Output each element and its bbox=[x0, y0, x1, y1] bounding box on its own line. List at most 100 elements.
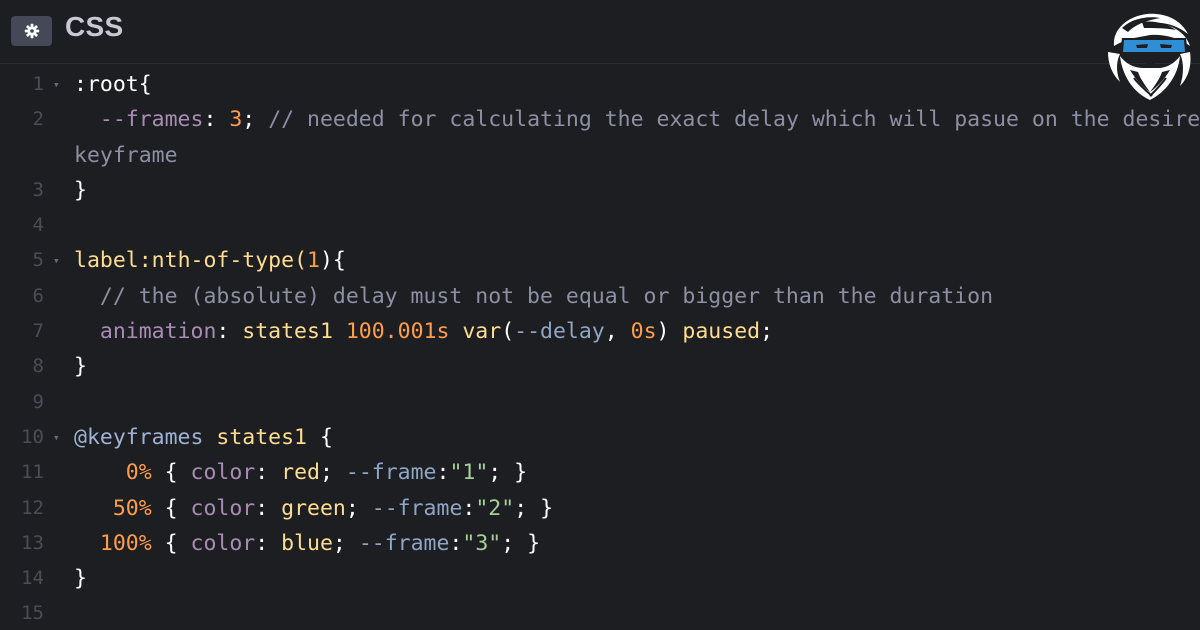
code-token: ; bbox=[319, 460, 346, 486]
code-token: ) bbox=[656, 319, 683, 345]
code-text: keyframe bbox=[74, 138, 178, 173]
code-token: color bbox=[190, 460, 256, 486]
code-token: keyframe bbox=[74, 142, 178, 168]
code-token: --frame bbox=[358, 530, 450, 556]
code-line[interactable]: 5 ▾ label:nth-of-type(1){ bbox=[0, 243, 1200, 278]
code-token: { bbox=[307, 424, 333, 450]
code-line[interactable]: 12 50% { color: green; --frame:"2"; } bbox=[0, 491, 1200, 526]
code-token: "2" bbox=[475, 495, 515, 521]
code-line[interactable]: 9 bbox=[0, 385, 1200, 420]
code-text: } bbox=[74, 349, 87, 384]
code-token: :nth-of-type( bbox=[138, 248, 308, 274]
line-number: 12 bbox=[21, 496, 44, 519]
code-line[interactable]: 11 0% { color: red; --frame:"1"; } bbox=[0, 455, 1200, 490]
code-token: red bbox=[281, 460, 320, 486]
code-text: 100% { color: blue; --frame:"3"; } bbox=[74, 526, 540, 561]
code-token: states1 bbox=[242, 319, 346, 345]
code-token: : bbox=[203, 107, 230, 133]
code-line[interactable]: 2 --frames: 3; // needed for calculating… bbox=[0, 102, 1200, 137]
line-number: 15 bbox=[21, 602, 44, 625]
code-token: : bbox=[216, 319, 243, 345]
code-token: green bbox=[281, 495, 346, 521]
code-line[interactable]: 13 100% { color: blue; --frame:"3"; } bbox=[0, 526, 1200, 561]
code-line[interactable]: 4 bbox=[0, 208, 1200, 243]
code-text: :root{ bbox=[74, 67, 152, 102]
code-text: 0% { color: red; --frame:"1"; } bbox=[74, 455, 527, 490]
fold-arrow-icon[interactable]: ▾ bbox=[53, 67, 60, 102]
code-line[interactable]: 1 ▾ :root{ bbox=[0, 67, 1200, 102]
editor-header: CSS bbox=[0, 0, 1200, 64]
code-token: --delay bbox=[514, 319, 605, 345]
code-token: , bbox=[604, 319, 631, 345]
code-line[interactable]: 8} bbox=[0, 349, 1200, 384]
code-token: ; bbox=[345, 495, 372, 521]
fold-arrow-icon[interactable]: ▾ bbox=[53, 420, 60, 455]
code-token: ){ bbox=[319, 248, 346, 274]
code-token: : bbox=[255, 460, 282, 486]
code-token: // needed for calculating the exact dela… bbox=[268, 107, 1200, 133]
code-line[interactable]: 14} bbox=[0, 561, 1200, 596]
code-token: { bbox=[151, 530, 191, 556]
code-token: : bbox=[462, 495, 476, 521]
code-token: ; bbox=[332, 530, 359, 556]
code-token: 100.001s bbox=[345, 319, 463, 345]
code-token: --frames bbox=[99, 107, 204, 133]
code-text: } bbox=[74, 173, 87, 208]
line-number: 13 bbox=[21, 531, 44, 554]
code-token: : bbox=[255, 530, 282, 556]
code-token: color bbox=[190, 495, 256, 521]
code-token: : bbox=[436, 460, 450, 486]
code-line[interactable]: 10 ▾ @keyframes states1 { bbox=[0, 420, 1200, 455]
line-number: 6 bbox=[32, 284, 44, 307]
code-token: } bbox=[74, 566, 87, 592]
code-token: : bbox=[255, 495, 282, 521]
code-token: animation bbox=[99, 319, 217, 345]
line-number: 4 bbox=[32, 214, 44, 237]
code-token: blue bbox=[281, 530, 333, 556]
code-token: @keyframes bbox=[74, 424, 217, 450]
code-line[interactable]: 15 bbox=[0, 596, 1200, 630]
line-number: 14 bbox=[21, 567, 44, 590]
code-token: { bbox=[151, 460, 191, 486]
code-editor[interactable]: 1 ▾ :root{ 2 --frames: 3; // needed for cal… bbox=[0, 67, 1200, 630]
code-token: 0% bbox=[125, 460, 152, 486]
code-token: "3" bbox=[462, 530, 502, 556]
panel-title: CSS bbox=[65, 11, 124, 42]
code-token: 50% bbox=[112, 495, 152, 521]
code-token: label bbox=[74, 248, 139, 274]
code-token: ; } bbox=[501, 530, 541, 556]
code-token: ; } bbox=[514, 495, 554, 521]
code-token: 1 bbox=[307, 248, 320, 274]
code-token: 100% bbox=[99, 530, 152, 556]
code-line[interactable]: keyframe bbox=[0, 138, 1200, 173]
code-token: :root{ bbox=[74, 72, 152, 97]
line-number: 9 bbox=[32, 390, 44, 413]
code-token: ; bbox=[242, 107, 269, 133]
line-number: 1 bbox=[32, 73, 44, 95]
code-token: 0s bbox=[630, 319, 657, 345]
gear-icon bbox=[24, 23, 39, 39]
code-token: --frame bbox=[345, 460, 437, 486]
code-text: 50% { color: green; --frame:"2"; } bbox=[74, 491, 553, 526]
code-text: label:nth-of-type(1){ bbox=[74, 243, 346, 278]
code-token: ; bbox=[760, 319, 774, 345]
settings-button[interactable] bbox=[11, 16, 52, 46]
code-token: color bbox=[190, 530, 256, 556]
code-text: --frames: 3; // needed for calculating t… bbox=[74, 102, 1200, 137]
code-line[interactable]: 6 // the (absolute) delay must not be eq… bbox=[0, 279, 1200, 314]
line-number: 11 bbox=[21, 461, 44, 484]
code-token: : bbox=[449, 530, 463, 556]
code-line[interactable]: 7 animation: states1 100.001s var(--dela… bbox=[0, 314, 1200, 349]
line-number: 2 bbox=[32, 108, 44, 131]
code-token: } bbox=[74, 354, 87, 380]
fold-arrow-icon[interactable]: ▾ bbox=[53, 243, 60, 278]
code-text: @keyframes states1 { bbox=[74, 420, 333, 455]
code-line[interactable]: 3} bbox=[0, 173, 1200, 208]
code-token: --frame bbox=[371, 495, 463, 521]
code-token: // the (absolute) delay must not be equa… bbox=[74, 283, 994, 309]
code-text: } bbox=[74, 561, 87, 596]
